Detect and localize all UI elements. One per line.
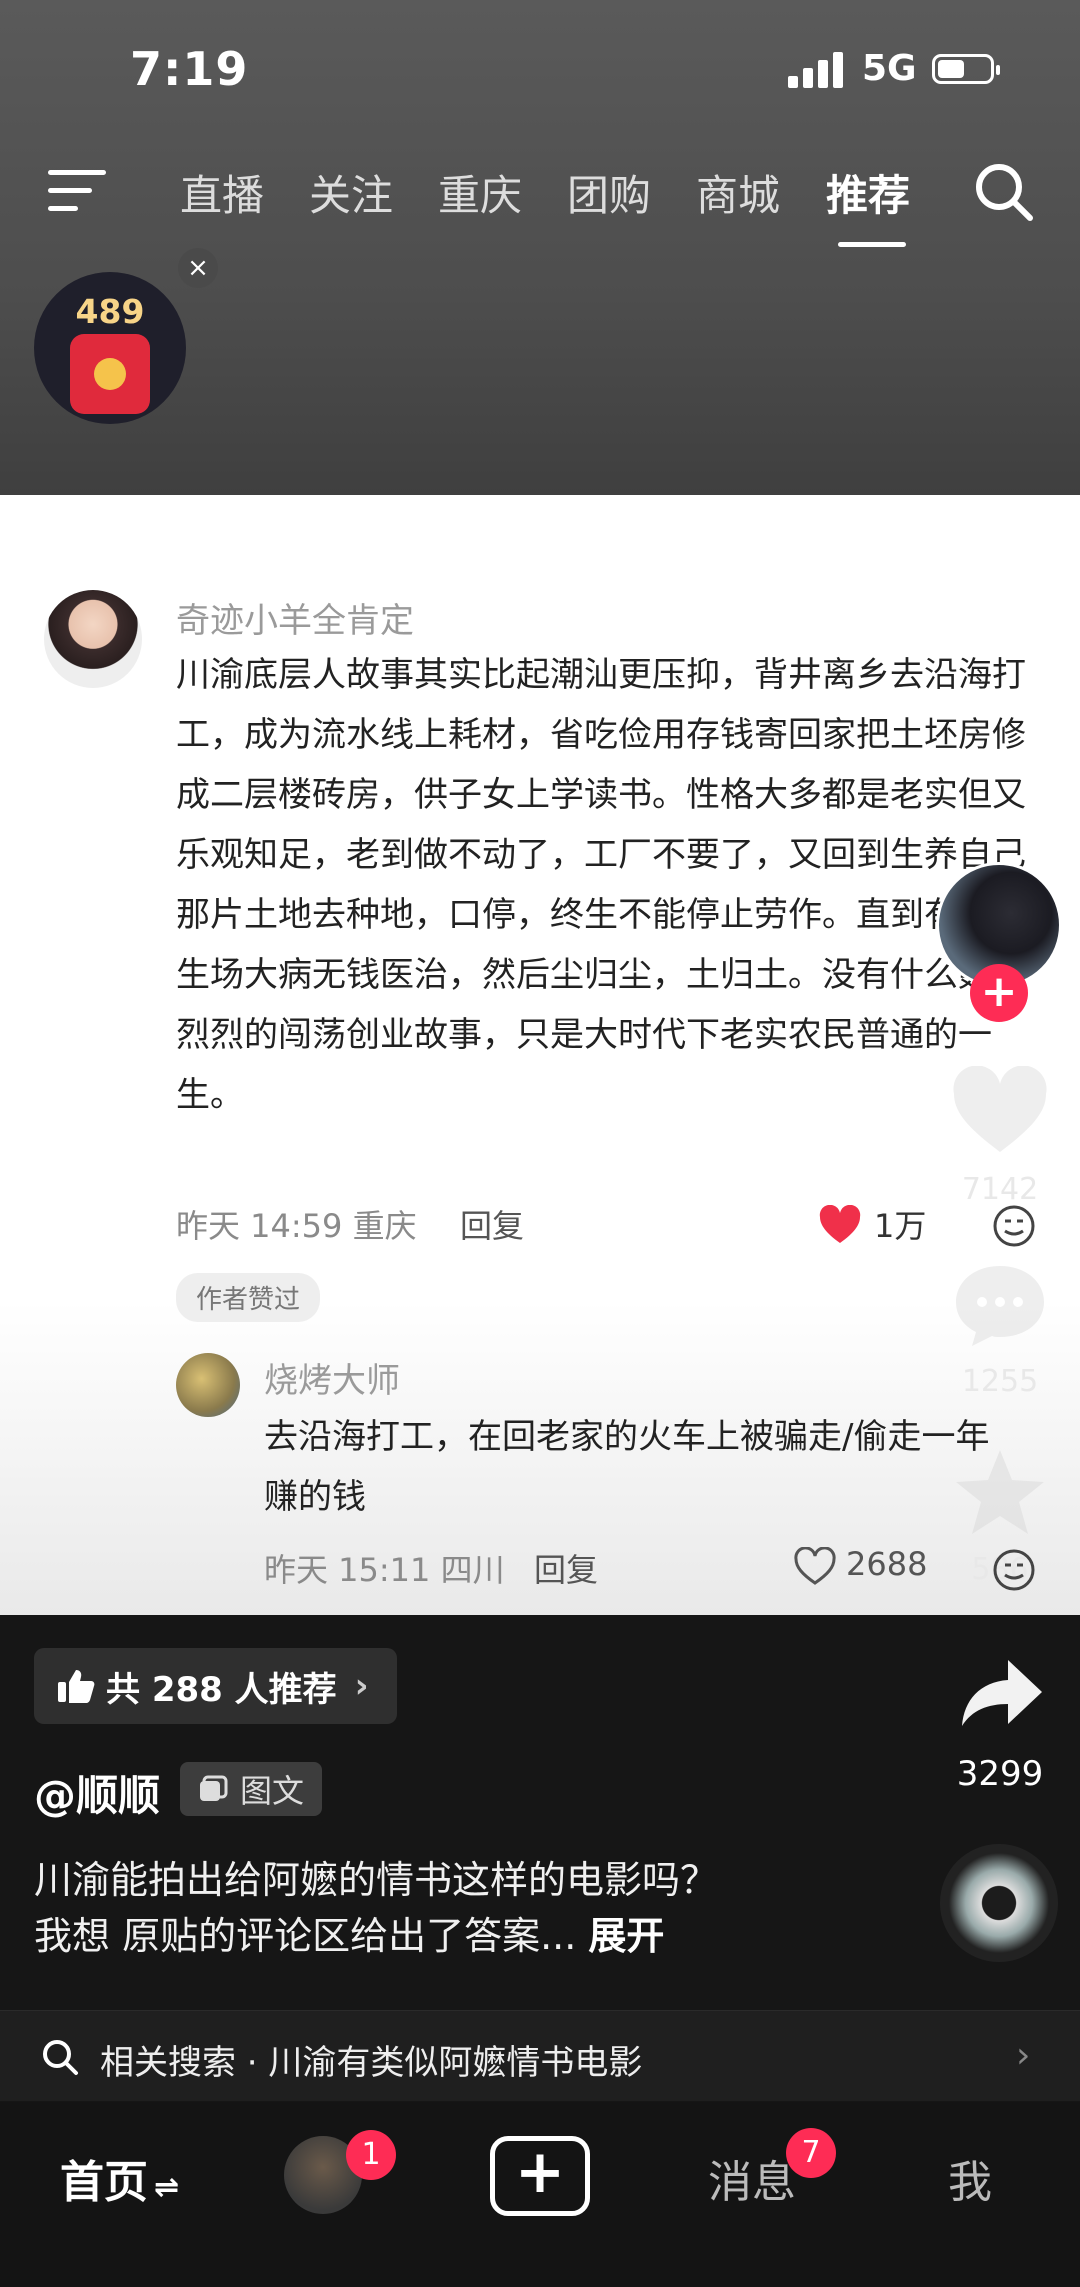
comment-text: 川渝底层人故事其实比起潮汕更压抑，背井离乡去沿海打工，成为流水线上耗材，省吃俭用…	[176, 655, 1026, 1115]
comment-count: 1255	[961, 1364, 1039, 1399]
post-type-label: 图文	[240, 1772, 305, 1810]
comment-card: 奇迹小羊全肯定 川渝底层人故事其实比起潮汕更压抑，背井离乡去沿海打工，成为流水线…	[0, 495, 1080, 1615]
reply-button[interactable]: 回复	[534, 1545, 598, 1591]
nav-me[interactable]: 我	[948, 2146, 992, 2210]
top-header: 7:19 5G 直播 关注 重庆 团购 商城 推荐 489 ×	[0, 0, 1080, 495]
reply-author[interactable]: 烧烤大师	[264, 1353, 400, 1402]
red-packet-widget[interactable]: 489	[34, 272, 186, 424]
friends-badge: 1	[346, 2130, 396, 2180]
like-count: 7142	[961, 1172, 1039, 1207]
nav-home-label: 首页	[60, 2157, 148, 2208]
avatar[interactable]	[44, 590, 142, 688]
menu-icon[interactable]	[48, 168, 106, 214]
tab-mall[interactable]: 商城	[696, 162, 780, 223]
create-button[interactable]: +	[490, 2136, 590, 2216]
star-icon[interactable]	[950, 1446, 1050, 1536]
search-icon[interactable]	[972, 160, 1036, 224]
tab-group-buy[interactable]: 团购	[567, 162, 651, 223]
switch-icon: ⇌	[154, 2170, 180, 2205]
related-search-bar[interactable]: 相关搜索 · 川渝有类似阿嬷情书电影 ›	[0, 2010, 1080, 2101]
follow-button[interactable]: +	[970, 964, 1028, 1022]
caption-line: 我想 原贴的评论区给出了答案...	[34, 1914, 577, 1958]
reply-meta: 昨天 15:11 四川	[264, 1551, 505, 1589]
search-icon	[43, 2040, 78, 2075]
comment-like-count: 1万	[874, 1207, 927, 1245]
tab-local[interactable]: 重庆	[438, 162, 522, 223]
plus-icon: +	[514, 2137, 566, 2207]
like-icon[interactable]	[950, 1066, 1050, 1156]
post-type-badge: 图文	[180, 1762, 323, 1816]
bottom-nav: 首页 ⇌ 1 + 消息 7 我	[0, 2102, 1080, 2287]
nav-messages[interactable]: 消息	[708, 2146, 796, 2210]
network-type: 5G	[862, 48, 917, 89]
author-liked-badge: 作者赞过	[176, 1273, 321, 1322]
recommend-pill[interactable]: 共 288 人推荐 ›	[34, 1648, 397, 1724]
share-icon[interactable]	[958, 1656, 1044, 1730]
status-time: 7:19	[130, 42, 249, 96]
active-tab-indicator	[838, 242, 906, 247]
recommend-label: 共 288 人推荐	[106, 1669, 337, 1710]
chevron-right-icon: ›	[1016, 2035, 1031, 2076]
tab-live[interactable]: 直播	[180, 162, 264, 223]
coin-icon	[94, 358, 126, 390]
messages-badge: 7	[786, 2128, 836, 2178]
reply-text: 去沿海打工，在回老家的火车上被骗走/偷走一年赚的钱	[264, 1417, 990, 1517]
heart-filled-icon[interactable]	[818, 1205, 862, 1245]
comment-meta: 昨天 14:59 重庆	[176, 1207, 417, 1245]
related-search-text: 相关搜索 · 川渝有类似阿嬷情书电影	[100, 2043, 643, 2083]
signal-icon	[788, 52, 844, 88]
expand-button[interactable]: 展开	[588, 1914, 664, 1958]
thumbs-up-icon	[58, 1670, 95, 1703]
reply-like-count: 2688	[846, 1545, 928, 1583]
battery-icon	[932, 54, 1000, 84]
heart-outline-icon[interactable]	[793, 1547, 837, 1587]
tab-following[interactable]: 关注	[309, 162, 393, 223]
share-count: 3299	[956, 1754, 1044, 1794]
image-text-icon	[200, 1775, 228, 1801]
avatar[interactable]	[176, 1353, 240, 1417]
chevron-right-icon: ›	[354, 1666, 369, 1706]
author-handle[interactable]: @顺顺	[34, 1762, 160, 1823]
emoji-icon[interactable]	[992, 1548, 1036, 1592]
emoji-icon[interactable]	[992, 1204, 1036, 1248]
music-disc[interactable]	[940, 1844, 1058, 1962]
post-caption: 川渝能拍出给阿嬷的情书这样的电影吗？ 我想 原贴的评论区给出了答案... 展开	[34, 1852, 894, 1964]
comment-icon[interactable]	[950, 1260, 1050, 1350]
red-packet-count: 489	[75, 292, 145, 331]
caption-line: 川渝能拍出给阿嬷的情书这样的电影吗？	[34, 1858, 719, 1902]
tab-recommend[interactable]: 推荐	[826, 162, 910, 223]
nav-home[interactable]: 首页 ⇌	[60, 2146, 179, 2210]
close-icon[interactable]: ×	[178, 248, 218, 288]
comment-author[interactable]: 奇迹小羊全肯定	[176, 593, 414, 642]
reply-button[interactable]: 回复	[460, 1201, 524, 1247]
